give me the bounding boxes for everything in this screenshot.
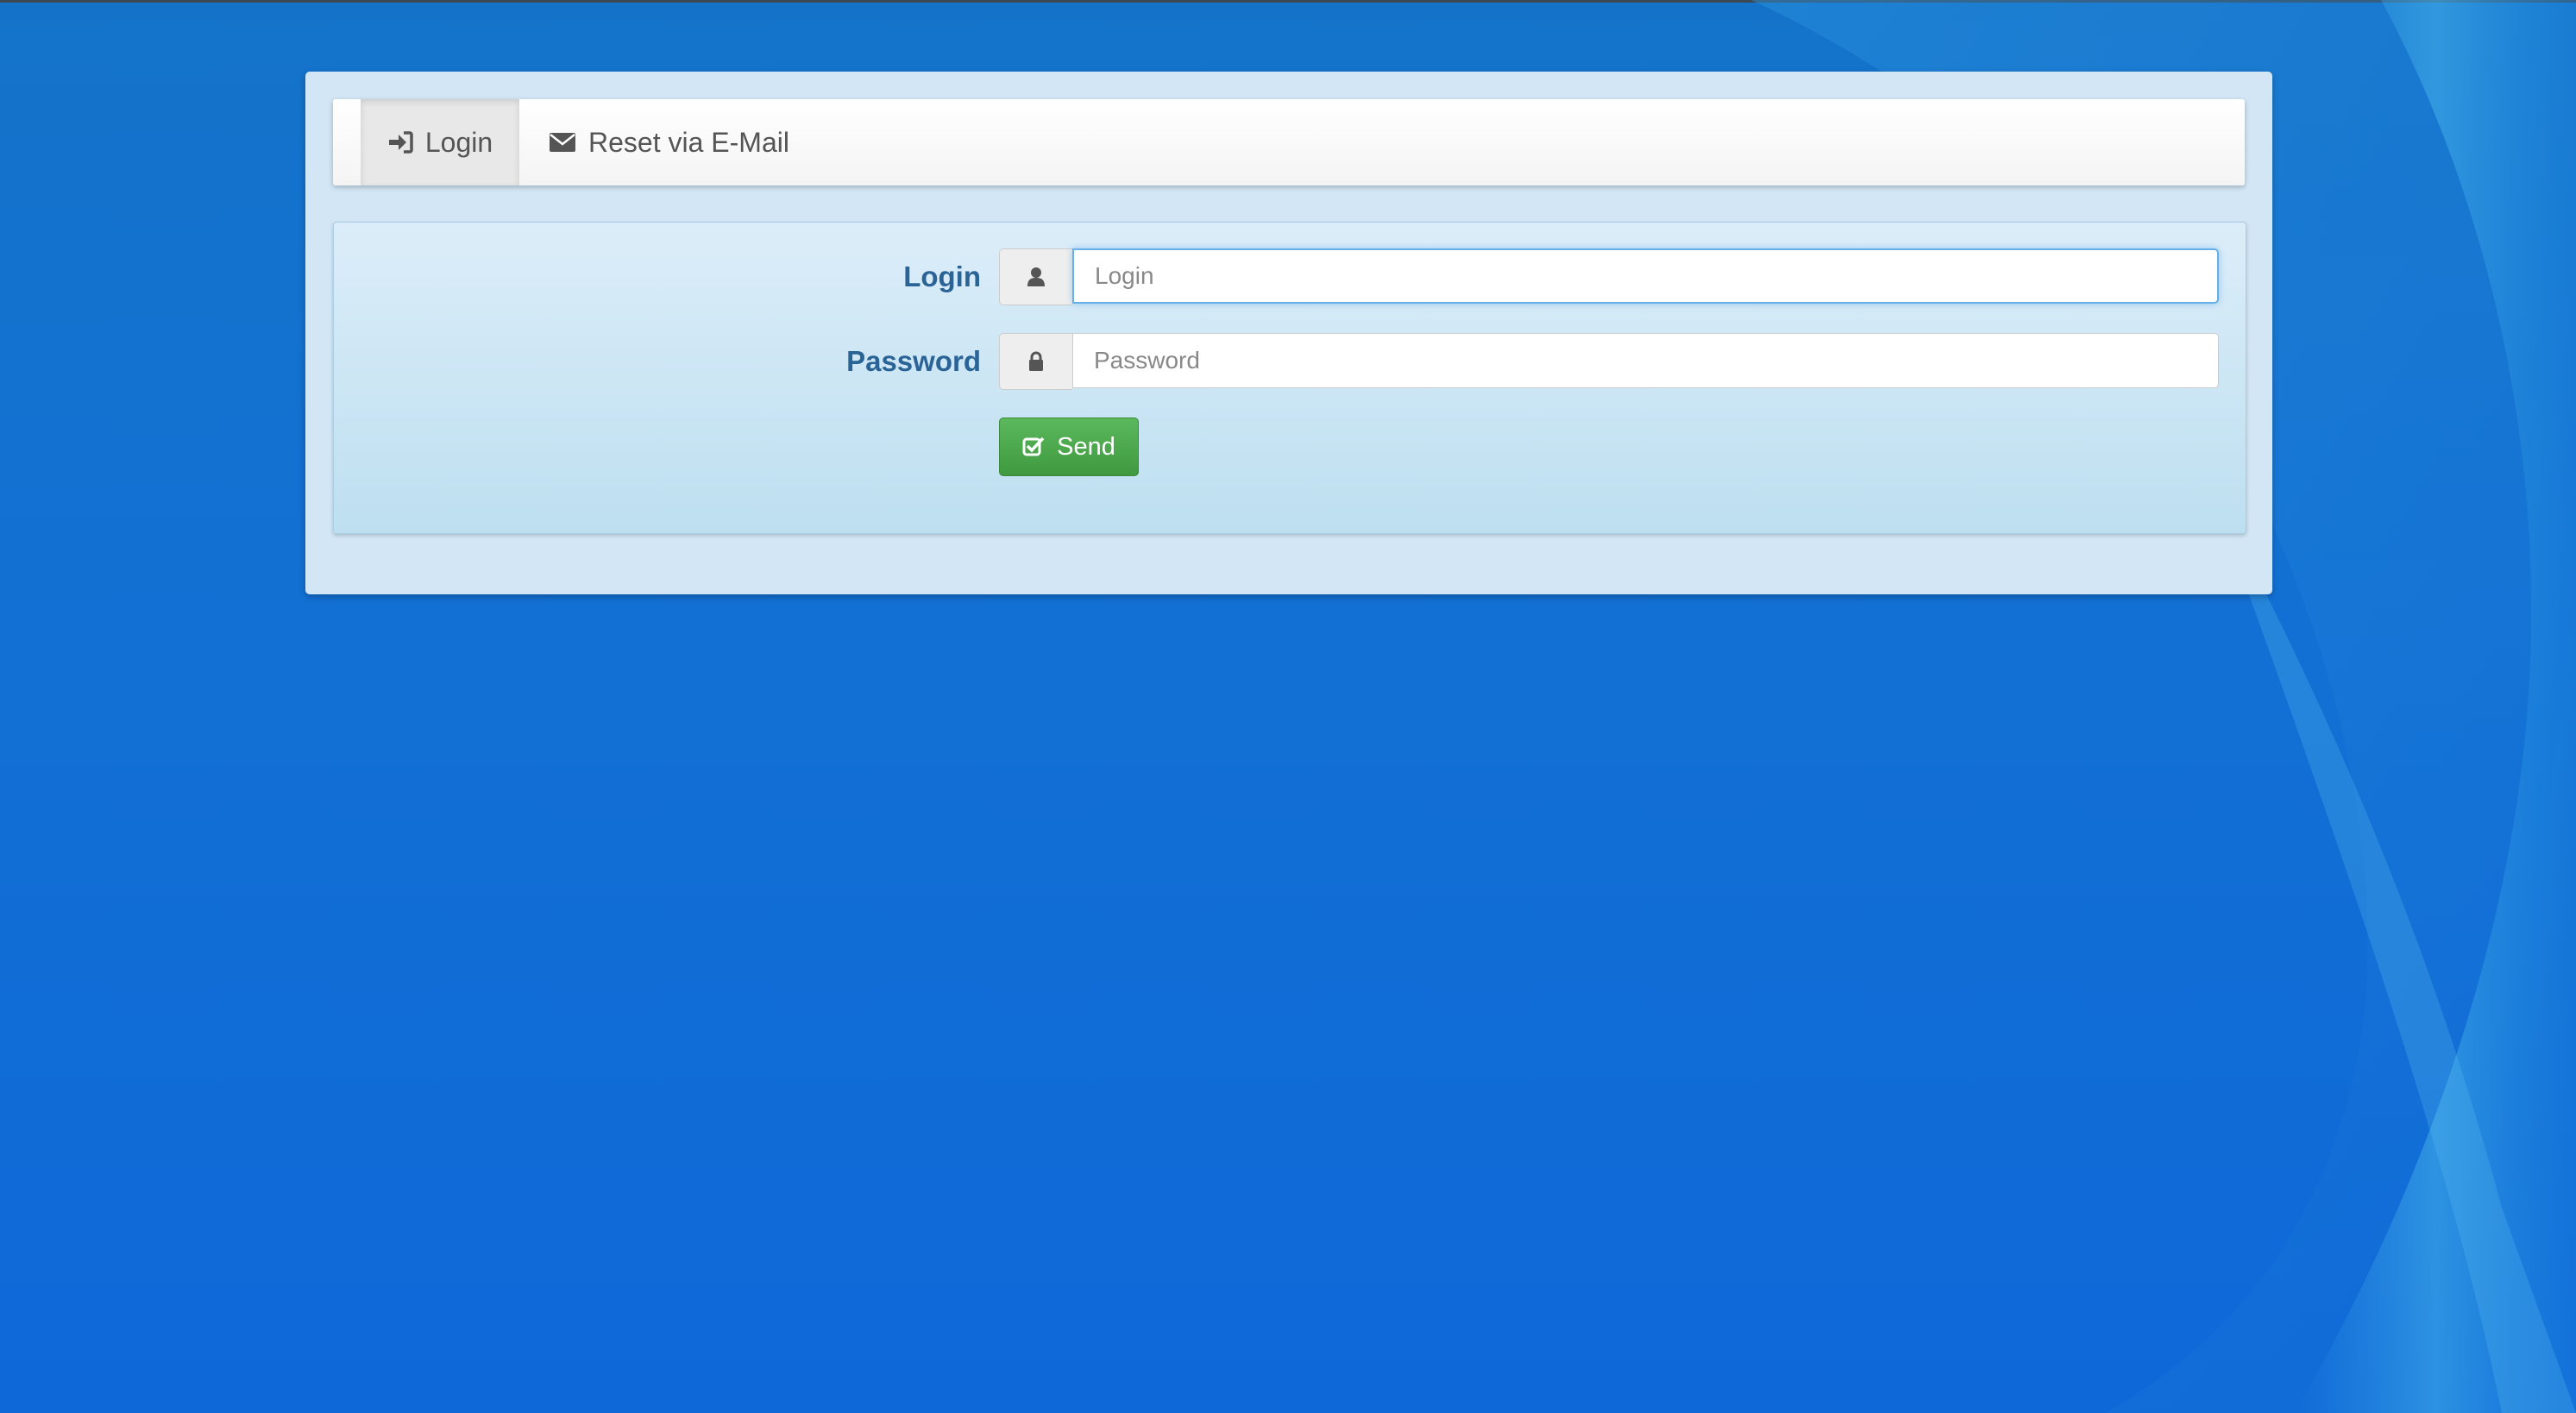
envelope-icon (549, 132, 576, 153)
tab-bar: Login Reset via E-Mail (333, 99, 2245, 185)
tab-login[interactable]: Login (361, 99, 519, 185)
login-field-label: Login (903, 261, 981, 292)
password-field-label: Password (846, 345, 981, 377)
password-input-group (999, 333, 2219, 390)
send-button[interactable]: Send (999, 418, 1139, 476)
tab-login-label: Login (424, 126, 493, 158)
sign-in-icon (387, 131, 413, 154)
password-input[interactable] (1072, 333, 2219, 388)
login-input[interactable] (1072, 248, 2219, 304)
login-form: Login Password (333, 222, 2246, 534)
tab-reset-label: Reset via E-Mail (588, 126, 789, 158)
login-input-group (999, 248, 2219, 305)
send-button-label: Send (1057, 432, 1115, 461)
lock-icon (999, 333, 1072, 390)
desktop-background: Login Reset via E-Mail Login Login Passw… (0, 0, 2576, 1413)
user-icon (999, 248, 1072, 305)
tab-reset-via-email[interactable]: Reset via E-Mail (549, 99, 789, 185)
login-panel: Login Reset via E-Mail Login Login Passw… (305, 72, 2272, 594)
check-square-icon (1022, 436, 1045, 457)
